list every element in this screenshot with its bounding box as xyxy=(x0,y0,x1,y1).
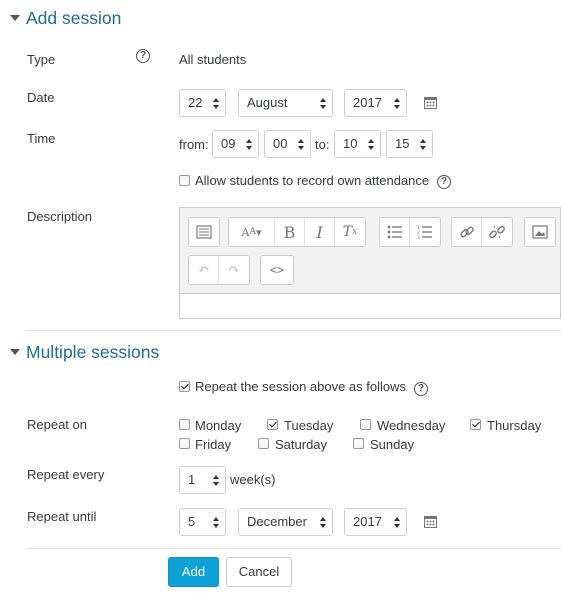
day-checkbox-monday[interactable] xyxy=(179,419,190,430)
day-label-monday: Monday xyxy=(195,418,242,433)
date-year-select[interactable]: 2017 xyxy=(344,89,407,117)
date-label: Date xyxy=(27,90,55,105)
allow-self-label: Allow students to record own attendance xyxy=(195,173,430,188)
select-arrows-icon xyxy=(213,475,219,486)
cancel-button[interactable]: Cancel xyxy=(226,557,292,587)
day-checkbox-tuesday[interactable] xyxy=(267,419,278,430)
toolbar-group-lists: 123 xyxy=(379,217,441,247)
until-day-value: 5 xyxy=(188,514,196,529)
to-minute-value: 15 xyxy=(395,136,410,151)
to-minute-select[interactable]: 15 xyxy=(386,130,433,158)
bold-icon[interactable]: B xyxy=(275,218,305,246)
to-label: to: xyxy=(315,137,330,152)
repeat-label: Repeat the session above as follows xyxy=(195,379,407,394)
html-source-icon[interactable]: <> xyxy=(261,256,293,284)
add-session-heading[interactable]: Add session xyxy=(26,8,121,28)
select-arrows-icon xyxy=(246,139,252,150)
link-icon[interactable] xyxy=(452,218,482,246)
description-label: Description xyxy=(27,209,93,224)
toolbar-group-source: <> xyxy=(260,255,294,285)
collapse-caret-icon[interactable] xyxy=(10,15,20,21)
day-checkbox-friday[interactable] xyxy=(179,438,190,449)
help-icon[interactable]: ? xyxy=(136,49,150,63)
toolbar-group-links xyxy=(451,217,513,247)
select-arrows-icon xyxy=(420,139,426,150)
toolbar-group-media xyxy=(524,217,556,247)
calendar-icon[interactable] xyxy=(424,97,437,109)
repeat-every-label: Repeat every xyxy=(27,467,105,482)
repeat-until-label: Repeat until xyxy=(27,509,97,524)
from-label: from: xyxy=(179,137,209,152)
day-label-tuesday: Tuesday xyxy=(284,418,334,433)
description-editor: A A ▾ B I Tx 123 ↶ ↷ <> xyxy=(179,207,561,319)
help-icon[interactable]: ? xyxy=(437,175,451,189)
toolbar-toggle-icon[interactable] xyxy=(189,218,219,246)
repeat-on-label: Repeat on xyxy=(27,417,87,432)
add-button[interactable]: Add xyxy=(168,557,219,587)
day-label-saturday: Saturday xyxy=(275,437,328,452)
select-arrows-icon xyxy=(394,517,400,528)
time-label: Time xyxy=(27,131,56,146)
description-textarea[interactable] xyxy=(180,293,560,318)
select-arrows-icon xyxy=(320,517,326,528)
svg-text:3: 3 xyxy=(417,235,420,239)
unlink-icon[interactable] xyxy=(482,218,512,246)
select-arrows-icon xyxy=(213,517,219,528)
toolbar-group-history: ↶ ↷ xyxy=(188,255,250,285)
from-minute-select[interactable]: 00 xyxy=(264,130,311,158)
type-label: Type xyxy=(27,52,56,67)
day-checkbox-thursday[interactable] xyxy=(470,419,481,430)
repeat-every-unit: week(s) xyxy=(230,472,276,487)
day-label-friday: Friday xyxy=(195,437,232,452)
to-hour-select[interactable]: 10 xyxy=(334,130,381,158)
redo-icon[interactable]: ↷ xyxy=(219,256,249,284)
date-day-select[interactable]: 22 xyxy=(179,89,226,117)
date-month-value: August xyxy=(247,95,288,110)
toolbar-group-format: A A ▾ B I Tx xyxy=(228,217,366,247)
type-value: All students xyxy=(179,52,247,67)
day-label-thursday: Thursday xyxy=(487,418,542,433)
select-arrows-icon xyxy=(368,139,374,150)
clear-format-icon[interactable]: Tx xyxy=(335,218,365,246)
until-year-select[interactable]: 2017 xyxy=(344,508,407,536)
until-year-value: 2017 xyxy=(353,514,382,529)
undo-icon[interactable]: ↶ xyxy=(189,256,219,284)
select-arrows-icon xyxy=(394,98,400,109)
date-year-value: 2017 xyxy=(353,95,382,110)
day-checkbox-sunday[interactable] xyxy=(353,438,364,449)
from-hour-value: 09 xyxy=(221,136,236,151)
to-hour-value: 10 xyxy=(343,136,358,151)
select-arrows-icon xyxy=(298,139,304,150)
day-checkbox-wednesday[interactable] xyxy=(360,419,371,430)
date-month-select[interactable]: August xyxy=(238,89,333,117)
section-divider xyxy=(26,330,561,331)
image-icon[interactable] xyxy=(525,218,555,246)
day-label-wednesday: Wednesday xyxy=(377,418,446,433)
font-style-icon[interactable]: A A ▾ xyxy=(229,218,275,246)
toolbar-group-toggle xyxy=(188,217,220,247)
repeat-every-select[interactable]: 1 xyxy=(179,466,226,494)
day-checkbox-saturday[interactable] xyxy=(258,438,269,449)
calendar-icon[interactable] xyxy=(424,516,437,528)
allow-self-checkbox[interactable] xyxy=(179,175,190,186)
collapse-caret-icon[interactable] xyxy=(10,349,20,355)
italic-icon[interactable]: I xyxy=(305,218,335,246)
date-day-value: 22 xyxy=(188,95,203,110)
unordered-list-icon[interactable] xyxy=(380,218,410,246)
ordered-list-icon[interactable]: 123 xyxy=(410,218,440,246)
multiple-sessions-heading[interactable]: Multiple sessions xyxy=(26,342,159,362)
from-hour-select[interactable]: 09 xyxy=(212,130,259,158)
until-month-select[interactable]: December xyxy=(238,508,333,536)
section-divider xyxy=(26,548,561,549)
select-arrows-icon xyxy=(213,98,219,109)
repeat-every-value: 1 xyxy=(188,472,196,487)
day-label-sunday: Sunday xyxy=(370,437,415,452)
from-minute-value: 00 xyxy=(273,136,288,151)
until-day-select[interactable]: 5 xyxy=(179,508,226,536)
select-arrows-icon xyxy=(320,98,326,109)
until-month-value: December xyxy=(247,514,307,529)
repeat-checkbox[interactable] xyxy=(179,381,190,392)
help-icon[interactable]: ? xyxy=(414,382,428,396)
